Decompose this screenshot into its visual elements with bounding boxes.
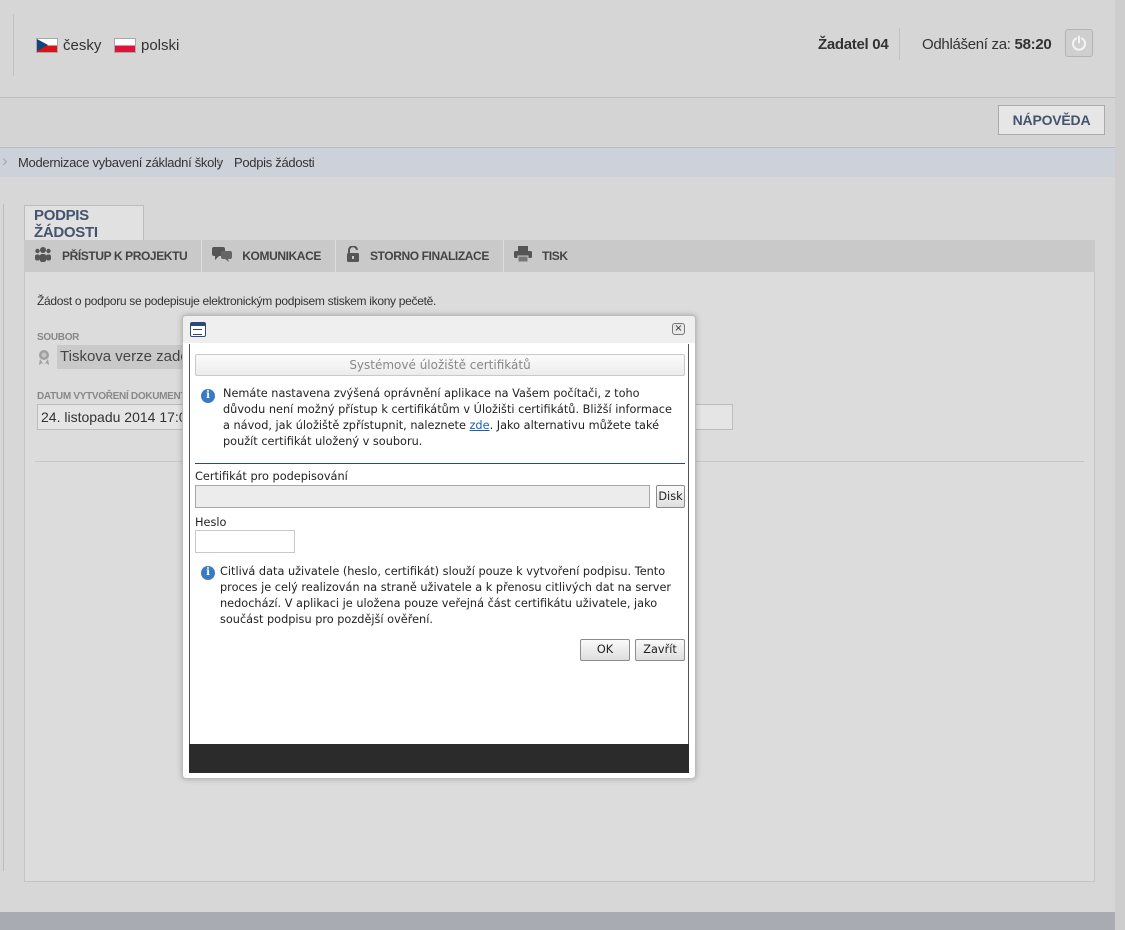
toolbar-label: STORNO FINALIZACE (369, 249, 489, 263)
divider (13, 14, 14, 76)
user-name: Žadatel 04 (818, 36, 889, 53)
breadcrumb-separator: › (216, 151, 222, 170)
toolbar-label: KOMUNIKACE (242, 249, 321, 263)
power-icon (1072, 35, 1086, 51)
breadcrumb-separator: › (2, 151, 8, 170)
dialog-body: Systémové úložiště certifikátů i Nemáte … (189, 344, 689, 744)
certificate-warning-text: Nemáte nastavena zvýšená oprávnění aplik… (223, 386, 681, 450)
dialog-footer (189, 744, 689, 773)
help-button[interactable]: NÁPOVĚDA (998, 105, 1105, 135)
divider (195, 463, 685, 464)
seal-icon[interactable] (37, 349, 51, 368)
password-field[interactable] (195, 530, 295, 553)
czech-flag-icon (36, 38, 58, 53)
polish-flag-icon (114, 38, 136, 53)
people-icon (34, 246, 52, 266)
dialog-titlebar[interactable]: × (183, 316, 695, 343)
speech-bubbles-icon (212, 246, 233, 266)
help-bar: NÁPOVĚDA (0, 98, 1115, 146)
file-link[interactable]: Tiskova verze zadosti (57, 345, 200, 369)
window-icon (190, 322, 206, 337)
logout-button[interactable] (1065, 29, 1093, 57)
privacy-info-text: Citlivá data uživatele (heslo, certifiká… (220, 565, 672, 626)
toolbar-project-access-button[interactable]: PŘÍSTUP K PROJEKTU (24, 240, 203, 272)
ok-button[interactable]: OK (580, 639, 630, 661)
action-toolbar: PŘÍSTUP K PROJEKTU KOMUNIKACE STORNO FIN… (24, 240, 1095, 272)
close-button[interactable]: Zavřít (635, 639, 685, 661)
language-polish-link[interactable]: polski (114, 37, 179, 54)
date-created-field: 24. listopadu 2014 17:08: (37, 404, 197, 430)
system-certificate-store-button[interactable]: Systémové úložiště certifikátů (195, 354, 685, 376)
info-icon: i (201, 389, 215, 403)
left-panel-edge (0, 204, 4, 871)
date-created-label: DATUM VYTVOŘENÍ DOKUMENTU (37, 391, 194, 402)
language-label: česky (63, 37, 102, 54)
printer-icon (513, 246, 532, 266)
tab-signature[interactable]: PODPIS ŽÁDOSTI (24, 205, 144, 241)
signing-info-text: Žádost o podporu se podepisuje elektroni… (37, 294, 437, 308)
readonly-field (695, 404, 733, 430)
certificate-file-field[interactable] (195, 485, 650, 508)
footer-bar (0, 912, 1115, 930)
scrollbar-track[interactable] (1115, 0, 1125, 930)
toolbar-communication-button[interactable]: KOMUNIKACE (202, 240, 336, 272)
language-label: polski (141, 37, 180, 54)
disk-button[interactable]: Disk (656, 485, 685, 508)
logout-timer: Odhlášení za: 58:20 (922, 36, 1052, 53)
unlock-icon (346, 245, 360, 266)
file-label: SOUBOR (37, 332, 80, 343)
breadcrumb-item-current: Podpis žádosti (234, 155, 315, 170)
breadcrumb-item-project[interactable]: Modernizace vybavení základní školy (18, 155, 223, 170)
info-icon: i (201, 566, 215, 580)
toolbar-label: PŘÍSTUP K PROJEKTU (62, 249, 188, 263)
help-link[interactable]: zde (470, 419, 490, 432)
breadcrumb: › Modernizace vybavení základní školy › … (0, 147, 1115, 178)
top-header: česky polski Žadatel 04 Odhlášení za: 58… (0, 0, 1115, 98)
signing-dialog: × Systémové úložiště certifikátů i Nemát… (182, 315, 696, 779)
certificate-label: Certifikát pro podepisování (195, 470, 348, 483)
password-label: Heslo (195, 516, 227, 529)
toolbar-print-button[interactable]: TISK (504, 240, 582, 272)
divider (899, 28, 900, 60)
logout-timer-value: 58:20 (1014, 36, 1052, 53)
toolbar-cancel-finalization-button[interactable]: STORNO FINALIZACE (336, 240, 504, 272)
close-icon[interactable]: × (672, 323, 685, 335)
logout-timer-label: Odhlášení za: (922, 36, 1011, 53)
language-czech-link[interactable]: česky (36, 37, 101, 54)
toolbar-label: TISK (541, 249, 568, 263)
